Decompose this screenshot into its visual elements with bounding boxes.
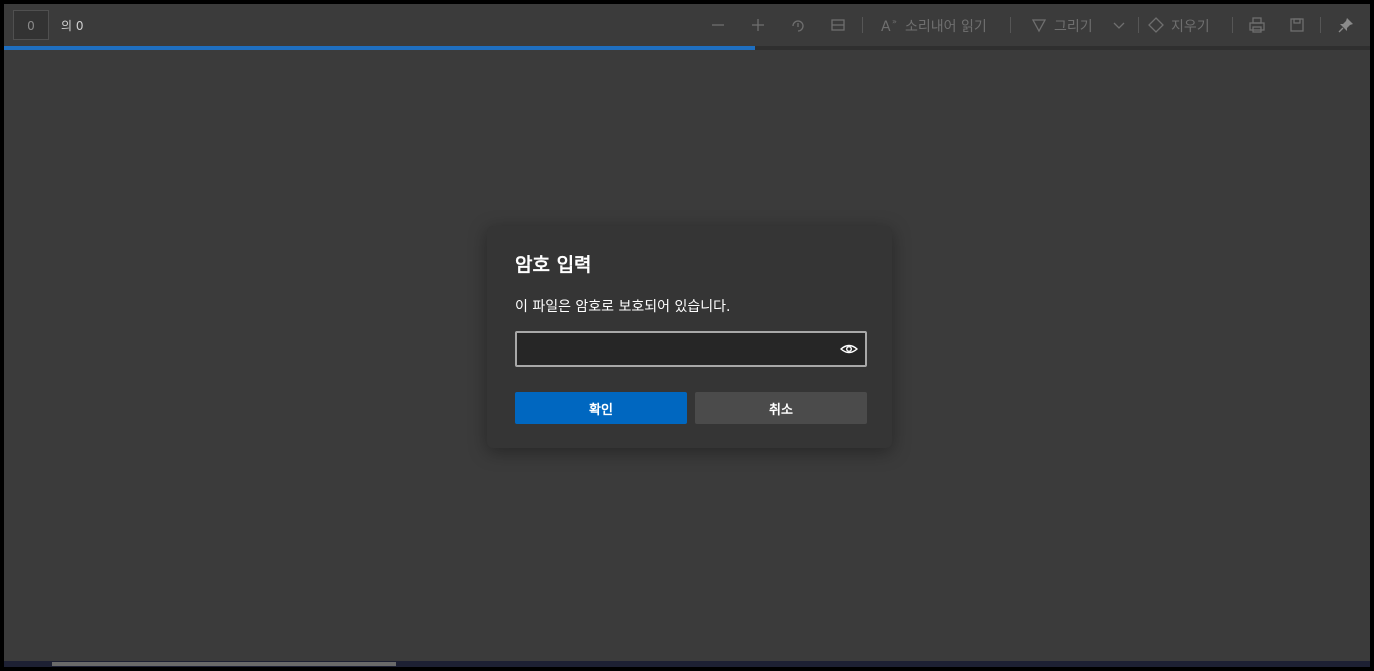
eraser-icon[interactable] xyxy=(1146,15,1166,35)
save-icon[interactable] xyxy=(1287,15,1307,35)
plus-icon[interactable] xyxy=(748,15,768,35)
svg-text:A: A xyxy=(881,19,891,35)
scrollbar-thumb[interactable] xyxy=(52,662,396,666)
toolbar-divider xyxy=(1232,17,1233,33)
print-icon[interactable] xyxy=(1247,15,1267,35)
toolbar-divider xyxy=(1010,17,1011,33)
cancel-button[interactable]: 취소 xyxy=(695,392,867,424)
toolbar-divider xyxy=(1320,17,1321,33)
dialog-title: 암호 입력 xyxy=(515,254,592,276)
horizontal-scrollbar[interactable] xyxy=(4,661,1370,667)
show-password-icon[interactable] xyxy=(840,341,858,357)
toolbar-divider xyxy=(862,17,863,33)
page-total-label: 의 0 xyxy=(61,19,84,33)
page-number-input[interactable]: 0 xyxy=(13,10,49,40)
minus-icon[interactable] xyxy=(708,15,728,35)
draw-icon[interactable] xyxy=(1029,15,1049,35)
pdf-viewer-window: 0 의 0 A» 소리내어 읽기 그리기 지우기 암호 입력 이 파일은 암호로… xyxy=(4,4,1370,667)
read-aloud-icon[interactable]: A» xyxy=(880,15,900,35)
svg-text:»: » xyxy=(892,17,897,26)
draw-label[interactable]: 그리기 xyxy=(1054,16,1093,36)
chevron-down-icon[interactable] xyxy=(1109,15,1129,35)
pin-icon[interactable] xyxy=(1336,15,1356,35)
toolbar: 0 의 0 A» 소리내어 읽기 그리기 지우기 xyxy=(4,4,1370,46)
erase-label[interactable]: 지우기 xyxy=(1171,16,1210,36)
password-dialog: 암호 입력 이 파일은 암호로 보호되어 있습니다. 확인 취소 xyxy=(487,226,892,448)
rotate-icon[interactable] xyxy=(788,15,808,35)
fit-page-icon[interactable] xyxy=(828,15,848,35)
toolbar-divider xyxy=(1138,17,1139,33)
ok-button[interactable]: 확인 xyxy=(515,392,687,424)
password-input[interactable] xyxy=(523,337,827,363)
password-field[interactable] xyxy=(515,331,867,367)
dialog-message: 이 파일은 암호로 보호되어 있습니다. xyxy=(515,299,731,315)
read-aloud-label[interactable]: 소리내어 읽기 xyxy=(905,16,987,36)
